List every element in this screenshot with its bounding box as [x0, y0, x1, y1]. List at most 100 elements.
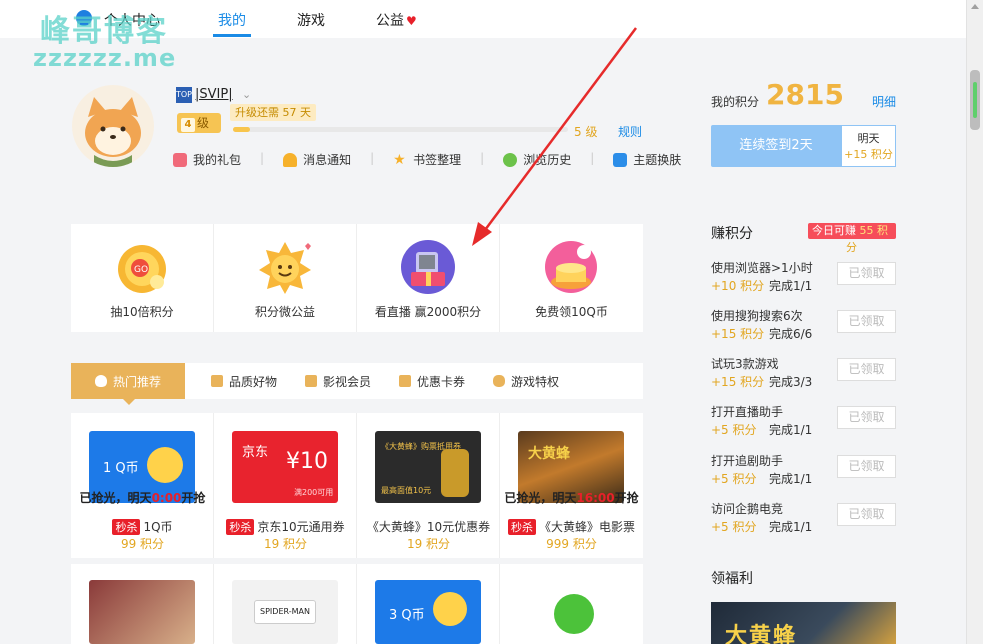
sold-out-suffix: 开抢 [614, 491, 639, 505]
product-image-text: 京东 [242, 445, 269, 460]
next-level-label: 5 级 [574, 125, 598, 139]
quick-link-theme-label: 主题换肤 [633, 153, 682, 167]
task-claimed-button[interactable]: 已领取 [837, 358, 896, 381]
vip-icon [305, 375, 318, 387]
nav-tab-mine[interactable]: 我的 [218, 10, 246, 30]
product-card[interactable]: 《大黄蜂》购票抵用券 最高面值10元 《大黄蜂》10元优惠券 19 积分 [357, 413, 500, 558]
product-image: SPIDER-MAN [232, 580, 338, 644]
task-claimed-button[interactable]: 已领取 [837, 262, 896, 285]
product-card[interactable]: 1 Q币 已抢光，明天0:00开抢 秒杀 1Q币 99 积分 [71, 413, 214, 558]
task-claimed-button[interactable]: 已领取 [837, 310, 896, 333]
quick-link-bookmarks[interactable]: ★ 书签整理 [393, 151, 461, 168]
product-card[interactable]: 大黄蜂 已抢光，明天16:00开抢 秒杀 《大黄蜂》电影票 999 积分 [500, 413, 643, 558]
task-progress: 完成3/3 [769, 375, 813, 389]
product-price: 19 积分 [406, 537, 451, 551]
product-name: 秒杀 《大黄蜂》电影票 [500, 518, 643, 535]
level-text: 级 [197, 116, 210, 130]
product-image-value: ¥10 [286, 449, 328, 474]
task-progress: 完成1/1 [769, 423, 813, 437]
product-image-text: SPIDER-MAN [254, 600, 316, 624]
product-image-note: 满200可用 [294, 488, 334, 497]
nav-tab-games[interactable]: 游戏 [297, 10, 325, 30]
gift-icon [173, 152, 187, 167]
tab-coupons[interactable]: 优惠卡券 [399, 363, 465, 399]
product-card[interactable]: SPIDER-MAN [214, 564, 357, 644]
sold-out-prefix: 已抢光，明天 [79, 491, 152, 505]
quick-link-gifts[interactable]: 我的礼包 [173, 151, 241, 168]
task-item: 试玩3款游戏 +15 积分 完成3/3 已领取 [711, 355, 896, 395]
quick-link-gifts-label: 我的礼包 [193, 153, 242, 167]
task-reward: +15 积分 [711, 327, 765, 341]
feature-free-qcoin[interactable]: 免费领10Q币 [500, 224, 643, 332]
chevron-down-icon[interactable]: ⌄ [242, 88, 251, 101]
heart-icon: ♥ [406, 14, 417, 28]
task-claimed-button[interactable]: 已领取 [837, 406, 896, 429]
task-progress: 完成1/1 [769, 520, 813, 534]
nav-tab-charity[interactable]: 公益 ♥ [376, 10, 417, 30]
sold-out-prefix: 已抢光，明天 [504, 491, 577, 505]
feature-charity-label: 积分微公益 [254, 305, 315, 319]
sun-charity-icon [259, 242, 311, 294]
task-item: 使用搜狗搜索6次 +15 积分 完成6/6 已领取 [711, 307, 896, 347]
my-points-value: 2815 [766, 78, 844, 111]
task-progress: 完成1/1 [769, 279, 813, 293]
scroll-up-arrow-icon[interactable] [971, 4, 979, 9]
task-item: 访问企鹅电竞 +5 积分 完成1/1 已领取 [711, 500, 896, 540]
sold-out-time: 16:00 [576, 491, 615, 505]
feature-charity[interactable]: 积分微公益 [214, 224, 357, 332]
tab-hot[interactable]: 热门推荐 [71, 363, 185, 405]
task-progress: 完成6/6 [769, 327, 813, 341]
product-card[interactable] [500, 564, 643, 644]
tab-quality-goods[interactable]: 品质好物 [211, 363, 277, 399]
welfare-banner[interactable]: 大黄蜂 [711, 602, 896, 644]
product-image [518, 580, 624, 644]
upgrade-tip: 升级还需 57 天 [230, 104, 316, 121]
product-card[interactable]: 3 Q币 [357, 564, 500, 644]
product-card[interactable] [71, 564, 214, 644]
welfare-title: 领福利 [711, 571, 753, 587]
tab-hot-label: 热门推荐 [112, 374, 161, 389]
feature-live[interactable]: 看直播 赢2000积分 [357, 224, 500, 332]
task-reward: +5 积分 [711, 472, 757, 486]
feature-lottery[interactable]: GO 抽10倍积分 [71, 224, 214, 332]
task-item: 打开追剧助手 +5 积分 完成1/1 已领取 [711, 452, 896, 492]
product-image-text: 1 Q币 [103, 461, 139, 476]
tab-game-privileges-label: 游戏特权 [511, 374, 560, 389]
product-card[interactable]: 京东 ¥10 满200可用 秒杀 京东10元通用券 19 积分 [214, 413, 357, 558]
rules-link[interactable]: 规则 [618, 123, 642, 140]
avatar[interactable] [72, 85, 154, 167]
tab-game-privileges[interactable]: 游戏特权 [493, 363, 559, 399]
quick-link-history[interactable]: 浏览历史 [503, 151, 571, 168]
quick-link-messages[interactable]: 消息通知 [283, 151, 351, 168]
svip-link[interactable]: |SVIP| [195, 87, 233, 102]
today-earnable-prefix: 今日可赚 [812, 224, 856, 237]
task-name: 试玩3款游戏 [711, 357, 779, 371]
qcoin-gift-icon [545, 241, 597, 293]
flash-sale-tag: 秒杀 [226, 519, 255, 535]
level-progress-bar [233, 127, 568, 132]
task-name: 打开直播助手 [711, 405, 784, 419]
task-name: 打开追剧助手 [711, 454, 784, 468]
scroll-thumb[interactable] [970, 70, 980, 130]
svg-text:GO: GO [134, 265, 148, 275]
bell-icon [283, 152, 298, 167]
task-claimed-button[interactable]: 已领取 [837, 503, 896, 526]
task-claimed-button[interactable]: 已领取 [837, 455, 896, 478]
task-item: 打开直播助手 +5 积分 完成1/1 已领取 [711, 403, 896, 443]
product-image: 《大黄蜂》购票抵用券 最高面值10元 [375, 431, 481, 503]
tab-coupons-label: 优惠卡券 [417, 374, 466, 389]
product-grid: 1 Q币 已抢光，明天0:00开抢 秒杀 1Q币 99 积分 京东 ¥10 满20… [71, 413, 643, 644]
today-earnable-tail: 分 [846, 241, 857, 254]
tab-video-vip[interactable]: 影视会员 [305, 363, 371, 399]
vertical-scrollbar[interactable] [966, 0, 983, 644]
shiba-avatar-icon [85, 97, 141, 167]
qq-penguin-icon [433, 592, 467, 626]
product-image: 京东 ¥10 满200可用 [232, 431, 338, 503]
quick-link-theme[interactable]: 主题换肤 [613, 151, 681, 168]
product-price: 99 积分 [120, 537, 165, 551]
checkin-button[interactable]: 连续签到2天 [711, 125, 841, 167]
level-number: 4 [181, 118, 195, 132]
bag-icon [211, 375, 223, 387]
tomorrow-bonus: 明天 +15 积分 [841, 125, 896, 167]
points-detail-link[interactable]: 明细 [872, 93, 896, 110]
